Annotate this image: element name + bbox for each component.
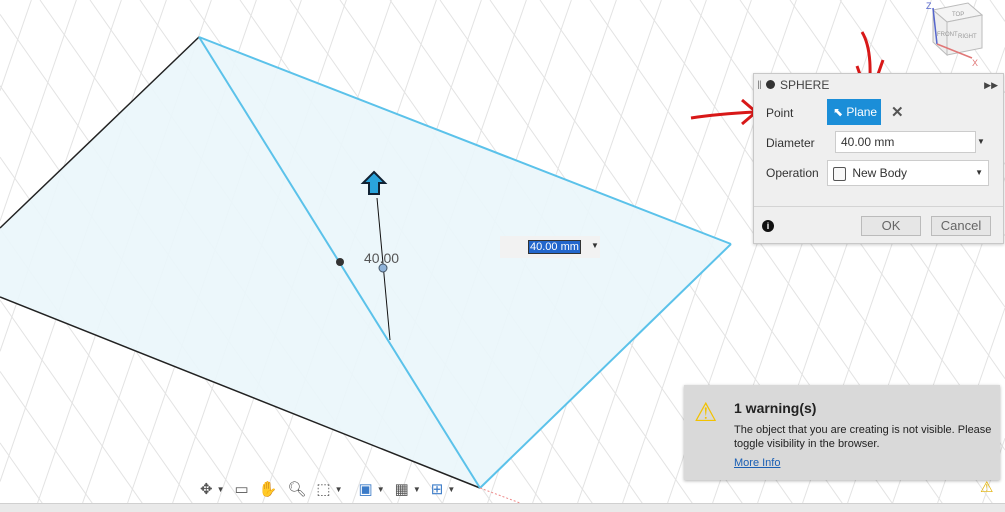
pan-icon[interactable]: ✋: [259, 480, 278, 498]
cancel-button[interactable]: Cancel: [931, 216, 991, 236]
drag-grip-icon[interactable]: ‖: [757, 74, 762, 96]
chevron-down-icon[interactable]: ▼: [217, 485, 225, 494]
diameter-input[interactable]: 40.00 mm: [835, 131, 976, 153]
warning-panel: ⚠ 1 warning(s) The object that you are c…: [684, 385, 1000, 480]
chevron-down-icon[interactable]: ▼: [377, 485, 385, 494]
expand-icon[interactable]: ▶▶: [984, 74, 998, 96]
orbit-icon[interactable]: ✥: [200, 480, 213, 498]
dimension-input[interactable]: 40.00 mm: [528, 240, 581, 254]
cursor-icon: ⬉: [833, 105, 844, 119]
new-body-icon: [833, 166, 846, 181]
zoom-icon[interactable]: 🔍︎: [287, 480, 306, 498]
ok-button[interactable]: OK: [861, 216, 921, 236]
grid-line: [0, 0, 32, 91]
chevron-down-icon[interactable]: ▼: [413, 485, 421, 494]
grid-line: [989, 0, 1005, 22]
clear-selection-icon[interactable]: ✕: [891, 103, 904, 121]
dialog-title: SPHERE: [780, 78, 830, 92]
chevron-down-icon[interactable]: ▼: [447, 485, 455, 494]
collapse-icon[interactable]: [766, 80, 775, 89]
operation-label: Operation: [766, 166, 819, 180]
grid-icon[interactable]: ▦: [395, 480, 409, 498]
warning-status-icon[interactable]: ⚠: [980, 479, 993, 497]
grid-line: [0, 442, 48, 511]
chevron-down-icon[interactable]: ▼: [335, 485, 343, 494]
warning-message: The object that you are creating is not …: [734, 424, 992, 450]
chevron-down-icon[interactable]: ▼: [591, 241, 599, 250]
operation-select[interactable]: New Body ▼: [827, 160, 989, 186]
navigation-toolbar: ✥ ▼ ▭ ✋ 🔍︎ ⬚ ▼ ▣ ▼ ▦ ▼ ⊞ ▼: [196, 476, 455, 502]
chevron-down-icon[interactable]: ▼: [977, 137, 985, 146]
divider: [754, 206, 1003, 207]
look-at-icon[interactable]: ▭: [235, 480, 249, 498]
svg-text:X: X: [972, 58, 978, 68]
view-cube[interactable]: TOP FRONT RIGHT Z X: [926, 1, 984, 68]
center-point: [336, 258, 344, 266]
viewports-icon[interactable]: ⊞: [431, 480, 444, 498]
chevron-down-icon: ▼: [975, 168, 983, 177]
sphere-dialog: ‖ SPHERE ▶▶ Point ⬉ Plane ✕ Diameter 40.…: [753, 73, 1004, 244]
point-select-button[interactable]: ⬉ Plane: [827, 99, 881, 125]
fit-icon[interactable]: ⬚: [316, 480, 330, 498]
display-settings-icon[interactable]: ▣: [359, 480, 373, 498]
dimension-input-box[interactable]: 40.00 mm ▼: [500, 236, 600, 258]
svg-text:Z: Z: [926, 1, 932, 11]
svg-text:FRONT: FRONT: [937, 32, 958, 38]
dimension-text: 40.00: [364, 250, 399, 266]
annotation-arrow: [690, 98, 759, 126]
info-icon[interactable]: i: [762, 220, 774, 232]
warning-icon: ⚠: [694, 397, 718, 427]
status-bar: [0, 503, 1005, 512]
axis-line: [479, 487, 521, 504]
warning-title: 1 warning(s): [734, 400, 817, 416]
svg-text:RIGHT: RIGHT: [958, 34, 977, 40]
point-label: Point: [766, 106, 794, 120]
svg-text:TOP: TOP: [952, 12, 964, 18]
diameter-label: Diameter: [766, 136, 815, 150]
more-info-link[interactable]: More Info: [734, 457, 780, 469]
